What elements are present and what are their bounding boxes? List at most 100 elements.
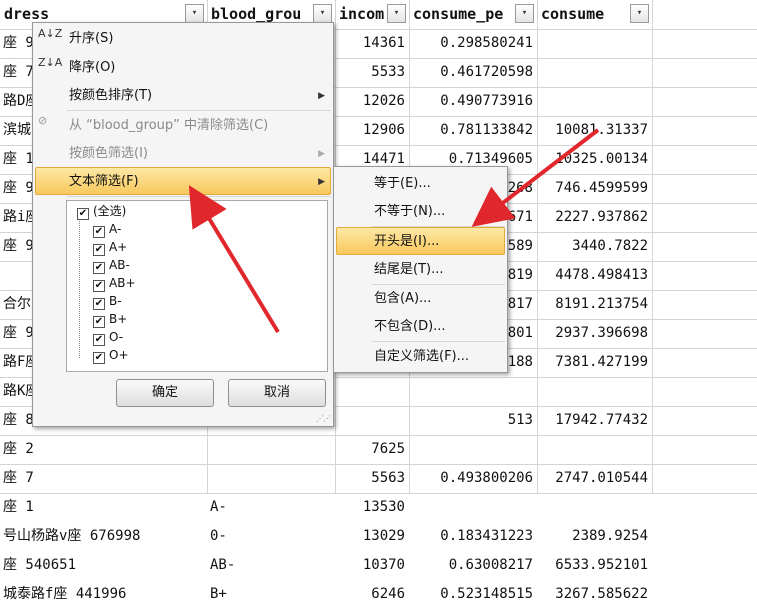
menu-item-clear-filter: 从 “blood_group” 中清除筛选(C) [69,118,269,133]
table-cell: 0.183431223 [440,528,533,544]
value-checkbox-item[interactable]: ✔ O+ [93,346,129,364]
table-cell: 2389.9254 [572,528,648,544]
menu-item-text-filters[interactable]: 文本筛选(F) [69,168,139,195]
checkbox-label: O+ [109,348,129,362]
checkbox-checked-icon[interactable]: ✔ [93,298,105,310]
ok-button[interactable]: 确定 [116,379,214,407]
menu-separator [372,341,505,342]
menu-separator [67,110,331,111]
value-checkbox-item[interactable]: ✔ AB+ [93,274,136,292]
table-cell: 2227.937862 [555,209,648,225]
filter-dropdown-icon[interactable]: ▾ [630,4,649,23]
checkbox-checked-icon[interactable]: ✔ [93,244,105,256]
checkbox-checked-icon[interactable]: ✔ [93,226,105,238]
value-checkbox-item[interactable]: ✔ (全选) [77,202,126,220]
table-cell: 座 540651 [3,557,77,573]
value-list-box[interactable]: ✔ (全选) ✔ A- ✔ A+ ✔ AB- ✔ AB+ ✔ B- ✔ B+ ✔ O- ✔ O+ [66,200,328,372]
table-cell: 7625 [371,441,405,457]
table-cell: 号山杨路v座 676998 [3,528,141,544]
filter-dropdown-icon[interactable]: ▾ [313,4,332,23]
value-checkbox-item[interactable]: ✔ AB- [93,256,130,274]
checkbox-label: AB- [109,258,130,272]
checkbox-label: (全选) [93,204,127,218]
menu-item-sort-by-color[interactable]: 按颜色排序(T) [69,82,152,109]
checkbox-checked-icon[interactable]: ✔ [93,316,105,328]
table-cell: AB- [210,557,236,573]
table-cell: 10370 [362,557,405,573]
checkbox-checked-icon[interactable]: ✔ [77,208,89,220]
table-cell: 5533 [371,64,405,80]
table-cell: 10081.31337 [555,122,648,138]
submenu-item-ends-with[interactable]: 结尾是(T)... [374,256,443,283]
table-cell: 13530 [362,499,405,515]
filter-dropdown-menu: ✔ (全选) ✔ A- ✔ A+ ✔ AB- ✔ AB+ ✔ B- ✔ B+ ✔ O- ✔ O+ 确定 取消 ⋰⋰… [32,22,334,427]
chevron-right-icon: ▶ [318,177,325,187]
table-cell: 0.298580241 [440,35,533,51]
menu-item-sort-ascending[interactable]: 升序(S) [69,25,113,52]
table-cell: 4478.498413 [555,267,648,283]
column-divider [537,0,538,494]
table-cell: 0.493800206 [440,470,533,486]
submenu-item-not-contains[interactable]: 不包含(D)... [374,313,446,340]
filter-dropdown-icon[interactable]: ▾ [387,4,406,23]
table-cell: 7381.427199 [555,354,648,370]
table-cell: 8191.213754 [555,296,648,312]
checkbox-checked-icon[interactable]: ✔ [93,280,105,292]
table-cell: 3440.7822 [572,238,648,254]
checkbox-label: O- [109,330,124,344]
table-cell: 0.461720598 [440,64,533,80]
checkbox-checked-icon[interactable]: ✔ [93,262,105,274]
submenu-item-begins-with[interactable]: 开头是(I)... [374,228,439,255]
chevron-right-icon: ▶ [318,149,325,159]
table-cell: 5563 [371,470,405,486]
cancel-button[interactable]: 取消 [228,379,326,407]
submenu-item-not-equals[interactable]: 不等于(N)... [374,198,445,225]
table-cell: 14361 [362,35,405,51]
value-checkbox-item[interactable]: ✔ A- [93,220,121,238]
value-checkbox-item[interactable]: ✔ A+ [93,238,127,256]
resize-grip-icon[interactable]: ⋰⋰ [316,414,331,423]
table-cell: B+ [210,586,227,602]
filter-dropdown-icon[interactable]: ▾ [185,4,204,23]
submenu-item-custom-filter[interactable]: 自定义筛选(F)... [374,343,469,370]
table-cell: 0.523148515 [440,586,533,602]
menu-item-sort-descending[interactable]: 降序(O) [69,54,115,81]
menu-separator [67,196,331,197]
sort-descending-icon: Z↓A [38,56,63,69]
table-cell: 12026 [362,93,405,109]
submenu-item-contains[interactable]: 包含(A)... [374,285,431,312]
value-checkbox-item[interactable]: ✔ O- [93,328,123,346]
submenu-item-equals[interactable]: 等于(E)... [374,170,431,197]
table-cell: 座 7 [3,470,34,486]
table-cell: 10325.00134 [555,151,648,167]
table-cell: 746.4599599 [555,180,648,196]
table-cell: 0.63008217 [448,557,533,573]
table-cell: 2747.010544 [555,470,648,486]
table-cell: A- [210,499,227,515]
table-cell: 座 2 [3,441,34,457]
checkbox-label: B+ [109,312,128,326]
clear-filter-icon: ⊘ [38,114,48,127]
tree-line [79,214,80,358]
chevron-right-icon: ▶ [318,91,325,101]
filter-dropdown-icon[interactable]: ▾ [515,4,534,23]
table-cell: 城泰路f座 441996 [3,586,127,602]
checkbox-checked-icon[interactable]: ✔ [93,352,105,364]
table-cell: 0.781133842 [440,122,533,138]
table-cell: 13029 [362,528,405,544]
table-cell: 6246 [371,586,405,602]
consume_header: consume [541,5,605,23]
checkbox-label: A+ [109,240,128,254]
table-cell: 12906 [362,122,405,138]
checkbox-label: AB+ [109,276,136,290]
table-cell: 513 [507,412,533,428]
table-cell: 2937.396698 [555,325,648,341]
income_header: incom [339,5,385,23]
checkbox-checked-icon[interactable]: ✔ [93,334,105,346]
menu-item-filter-by-color: 按颜色筛选(I) [69,146,148,161]
column-divider [652,0,653,494]
value-checkbox-item[interactable]: ✔ B- [93,292,122,310]
table-cell: 3267.585622 [555,586,648,602]
table-cell: 17942.77432 [555,412,648,428]
value-checkbox-item[interactable]: ✔ B+ [93,310,127,328]
